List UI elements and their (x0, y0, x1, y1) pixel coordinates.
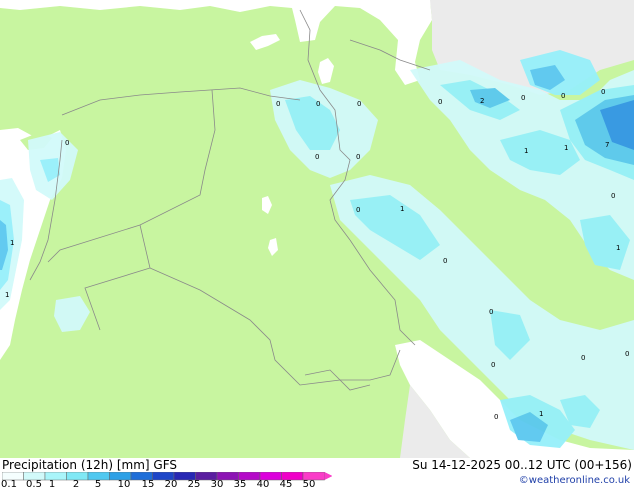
map-footer: Precipitation (12h) [mm] GFS Su 14-12-20… (0, 458, 634, 490)
value-label: 7 (605, 141, 609, 149)
value-label: 1 (400, 205, 404, 213)
value-label: 0 (276, 100, 280, 108)
value-label: 0 (357, 100, 361, 108)
value-label: 0 (625, 350, 629, 358)
legend-label: 35 (233, 479, 247, 490)
value-label: 1 (564, 144, 568, 152)
value-label: 0 (491, 361, 495, 369)
value-label: 0 (561, 92, 565, 100)
legend-label: 2 (72, 479, 80, 490)
legend-label: 15 (141, 479, 155, 490)
value-label: 0 (438, 98, 442, 106)
legend-label: 0.1 (1, 479, 17, 490)
value-label: 0 (356, 206, 360, 214)
value-label: 0 (521, 94, 525, 102)
legend-arrow (324, 472, 332, 480)
value-label: 1 (616, 244, 620, 252)
run-info: Su 14-12-2025 00..12 UTC (00+156) (412, 458, 632, 472)
legend-label: 10 (117, 479, 131, 490)
precipitation-map: 0 0 0 0 0 2 0 0 0 0 1 1 1 7 0 0 1 0 0 1 … (0, 0, 634, 458)
value-label: 0 (489, 308, 493, 316)
legend-label: 5 (94, 479, 102, 490)
legend-label: 25 (187, 479, 201, 490)
value-label: 0 (356, 153, 360, 161)
legend-label: 30 (210, 479, 224, 490)
value-label: 0 (443, 257, 447, 265)
legend-label: 45 (279, 479, 293, 490)
legend-label: 50 (302, 479, 316, 490)
value-label: 0 (65, 139, 69, 147)
legend-label: 40 (256, 479, 270, 490)
value-label: 0 (315, 153, 319, 161)
credit-link[interactable]: ©weatheronline.co.uk (519, 475, 630, 486)
value-label: 0 (611, 192, 615, 200)
legend-label: 1 (48, 479, 56, 490)
value-label: 1 (524, 147, 528, 155)
value-label: 1 (5, 291, 9, 299)
value-label: 0 (581, 354, 585, 362)
value-label: 0 (494, 413, 498, 421)
value-label: 2 (480, 97, 484, 105)
legend-label: 0.5 (26, 479, 42, 490)
value-label: 0 (316, 100, 320, 108)
map-title: Precipitation (12h) [mm] GFS (2, 458, 178, 472)
value-label: 0 (601, 88, 605, 96)
value-label: 1 (10, 239, 14, 247)
legend-label: 20 (164, 479, 178, 490)
